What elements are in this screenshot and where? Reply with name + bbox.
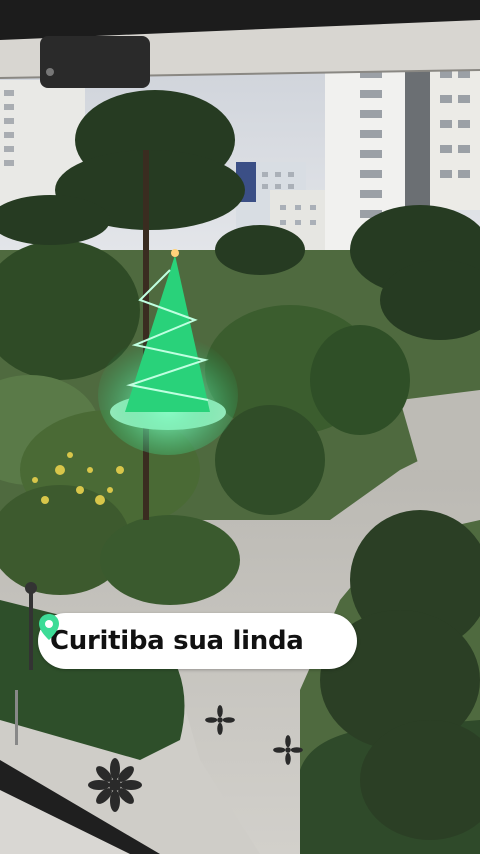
city-park-photo: Curitiba sua linda	[0, 0, 480, 854]
window-latch	[40, 36, 150, 88]
caption-text: Curitiba sua linda	[50, 626, 304, 656]
photo-illustration	[0, 0, 480, 854]
location-pin-icon	[39, 614, 59, 640]
location-caption: Curitiba sua linda	[38, 613, 357, 669]
